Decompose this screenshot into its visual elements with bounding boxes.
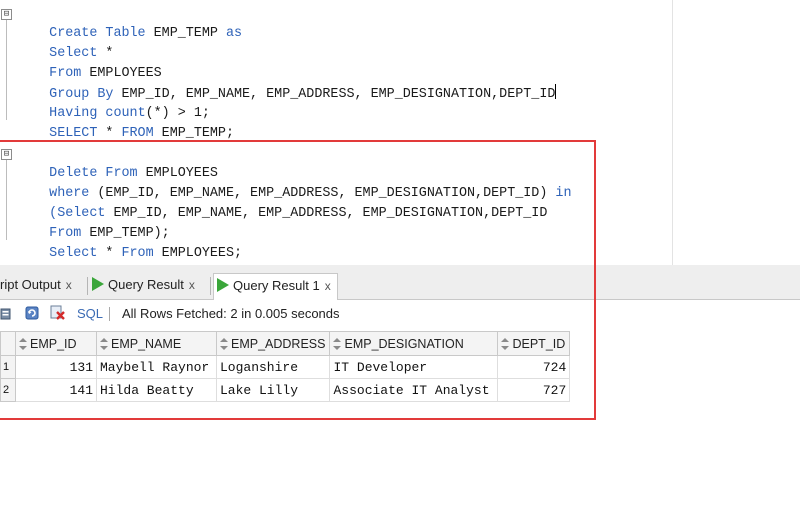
code-line: Group By EMP_ID, EMP_NAME, EMP_ADDRESS, … (17, 64, 557, 102)
code-line: Having count(*) > 1; (17, 84, 210, 121)
code-line: Select * (17, 24, 113, 61)
code-line: Create Table EMP_TEMP as (17, 4, 242, 41)
identifier: EMP_TEMP (145, 26, 226, 41)
fold-guide (6, 20, 7, 120)
identifier: * (97, 126, 122, 141)
text-cursor (555, 84, 557, 99)
keyword: as (225, 26, 243, 41)
right-margin-guide (672, 0, 673, 265)
fold-minus-icon[interactable]: ⊟ (1, 9, 12, 20)
code-line: SELECT * FROM EMP_TEMP; (17, 104, 234, 141)
identifier: EMP_TEMP; (153, 126, 234, 141)
keyword: FROM (121, 126, 154, 141)
highlight-box (0, 140, 596, 420)
code-line: From EMPLOYEES (17, 44, 162, 81)
keyword: SELECT (49, 126, 98, 141)
